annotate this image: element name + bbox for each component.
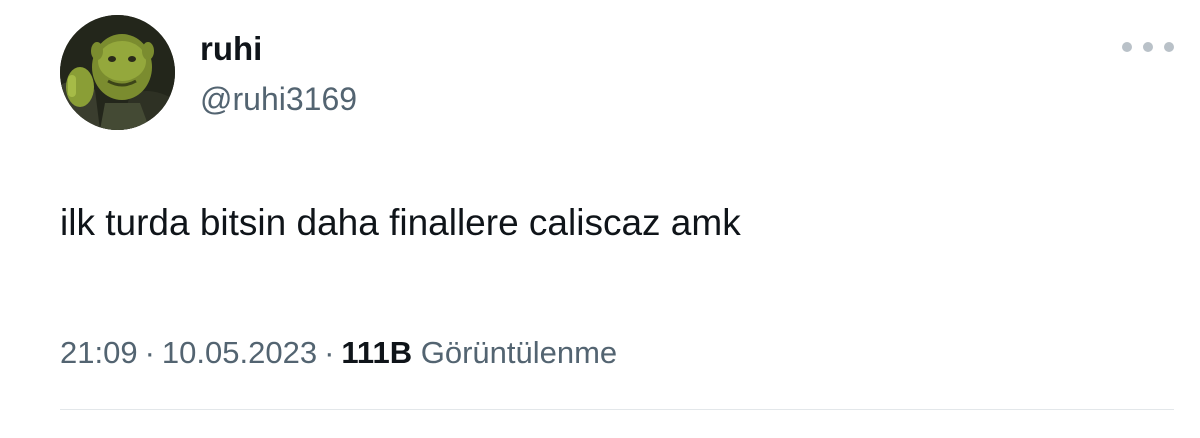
more-dot [1122, 42, 1132, 52]
more-dot [1143, 42, 1153, 52]
tweet-text: ilk turda bitsin daha finallere caliscaz… [60, 202, 741, 243]
views-count[interactable]: 111B [341, 335, 412, 370]
meta-separator: · [324, 335, 335, 370]
views-label[interactable]: Görüntülenme [421, 335, 617, 370]
more-dot [1164, 42, 1174, 52]
tweet-time[interactable]: 21:09 [60, 335, 138, 370]
tweet-card: ruhi @ruhi3169 ilk turda bitsin daha fin… [0, 0, 1200, 438]
author-display-name[interactable]: ruhi [200, 30, 262, 68]
more-options-icon[interactable] [1122, 36, 1174, 58]
green-ogre-avatar-icon [60, 15, 175, 130]
tweet-meta: 21:09 · 10.05.2023 · 111B Görüntülenme [60, 333, 617, 373]
divider [60, 409, 1174, 410]
tweet-date[interactable]: 10.05.2023 [162, 335, 317, 370]
avatar[interactable] [60, 15, 175, 130]
author-handle[interactable]: @ruhi3169 [200, 80, 357, 118]
meta-separator: · [144, 335, 155, 370]
